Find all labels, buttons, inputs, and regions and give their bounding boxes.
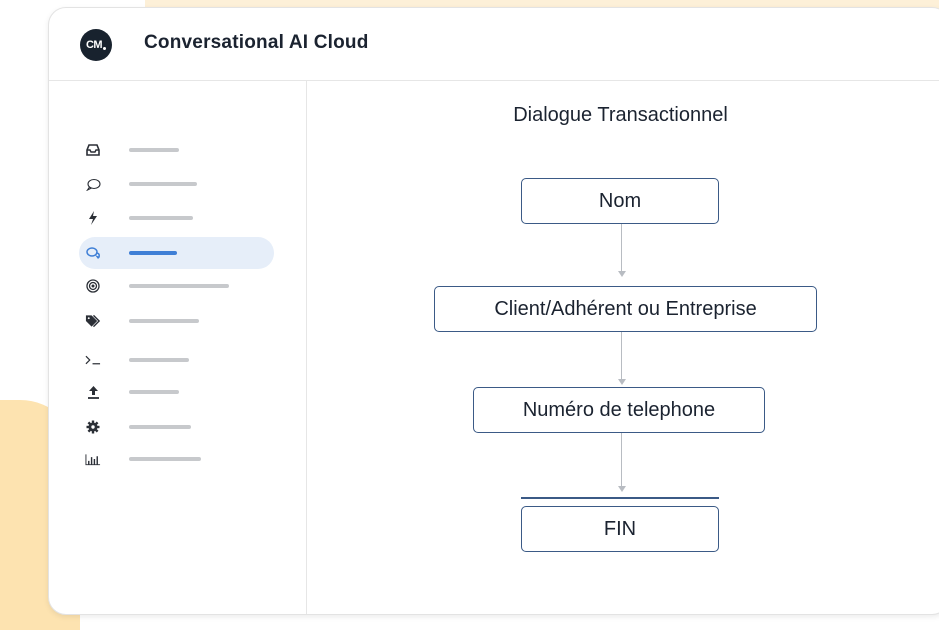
app-window: CM Conversational AI Cloud Dialogue Tran… [48,7,939,615]
speech-bubble-icon [85,176,101,192]
sidebar-item-console[interactable] [79,344,274,376]
inbox-icon [85,142,101,158]
sidebar-item-settings[interactable] [79,411,274,443]
sidebar-item-actions[interactable] [79,202,274,234]
arrow-down-icon [618,486,626,492]
arrow-down-icon [618,379,626,385]
logo-text: CM [85,39,103,51]
connector [621,224,622,273]
gear-icon [85,419,101,435]
terminal-icon [85,352,101,368]
flow-node-telephone[interactable]: Numéro de telephone [473,387,765,433]
flow-node-nom[interactable]: Nom [521,178,719,224]
flow-canvas: Dialogue Transactionnel Nom Client/Adhér… [307,81,939,614]
lightning-icon [85,210,101,226]
sidebar-item-tags[interactable] [79,305,274,337]
sidebar-item-targets[interactable] [79,270,274,302]
sidebar-item-messages[interactable] [79,168,274,200]
sidebar-item-analytics[interactable] [79,443,274,475]
flow-title: Dialogue Transactionnel [513,104,728,126]
app-title: Conversational AI Cloud [144,32,369,53]
sidebar-item-dialogues[interactable] [79,237,274,269]
connector [621,332,622,381]
bar-chart-icon [85,451,101,467]
end-marker-line [521,497,719,499]
flow-node-client[interactable]: Client/Adhérent ou Entreprise [434,286,817,332]
sidebar [49,81,307,614]
app-header: CM Conversational AI Cloud [49,8,939,81]
arrow-down-icon [618,271,626,277]
connector [621,433,622,488]
cm-logo: CM [80,29,112,61]
sidebar-item-publish[interactable] [79,376,274,408]
tags-icon [85,313,101,329]
flow-node-fin[interactable]: FIN [521,506,719,552]
sidebar-item-inbox[interactable] [79,134,274,166]
target-icon [85,278,101,294]
upload-icon [85,384,101,400]
conversation-icon [85,245,101,261]
